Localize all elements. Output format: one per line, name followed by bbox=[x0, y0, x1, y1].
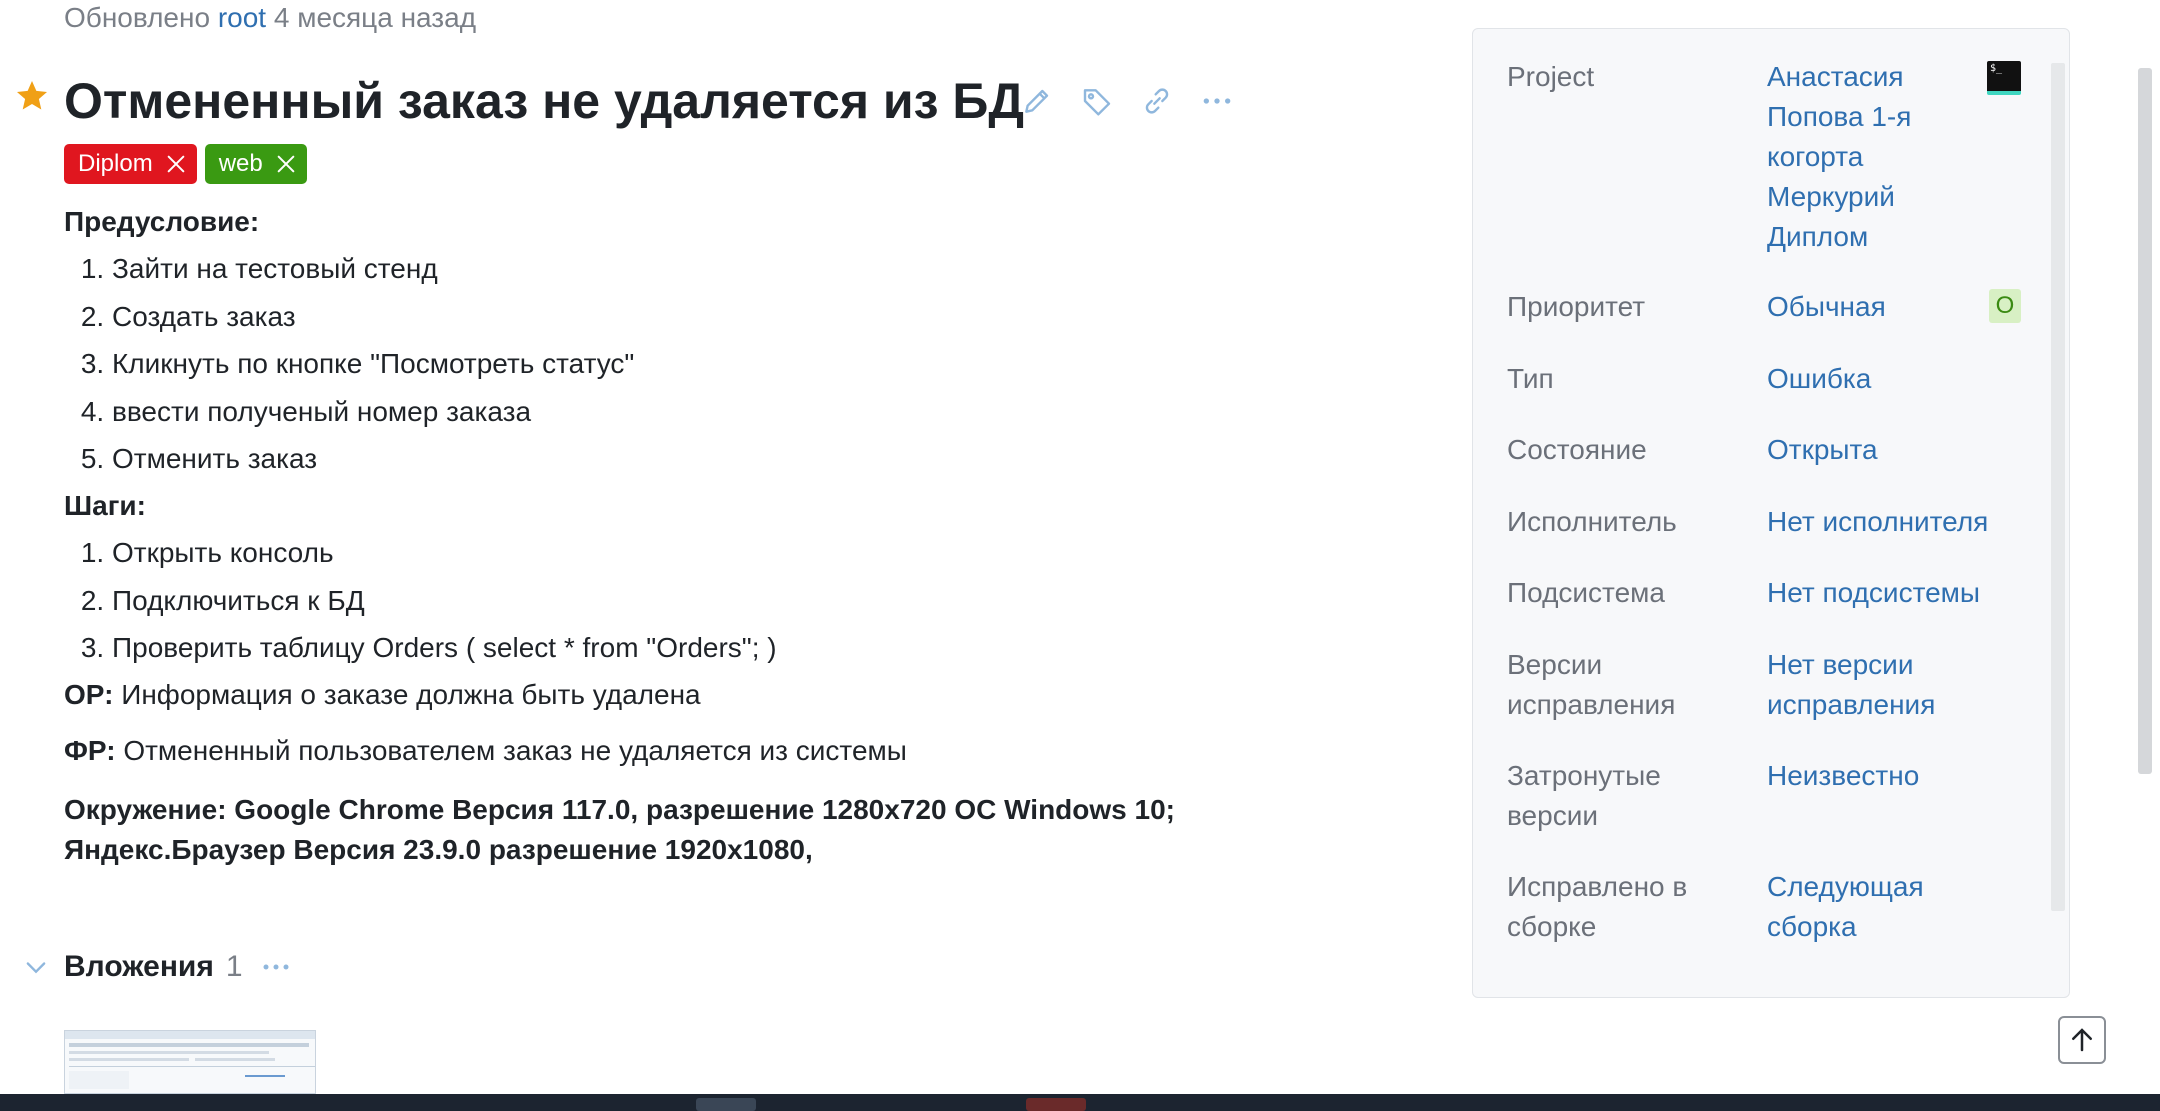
attachment-thumbnail[interactable] bbox=[64, 1030, 316, 1094]
field-label: Состояние bbox=[1507, 434, 1647, 465]
issue-fields-panel: Project Анастасия Попова 1-я когорта Мер… bbox=[1472, 28, 2070, 998]
field-value[interactable]: Открыта bbox=[1767, 430, 1967, 470]
title-actions bbox=[1018, 82, 1236, 120]
expected-text: Информация о заказе должна быть удалена bbox=[121, 679, 701, 710]
arrow-up-icon bbox=[2072, 1028, 2092, 1052]
updated-user-link[interactable]: root bbox=[218, 2, 266, 33]
field-value[interactable]: Нет подсистемы bbox=[1767, 573, 2047, 613]
field-value[interactable]: Ошибка bbox=[1767, 359, 1967, 399]
environment-line: Яндекс.Браузер Версия 23.9.0 разрешение … bbox=[64, 834, 813, 865]
field-value[interactable]: Неизвестно bbox=[1767, 756, 1967, 796]
os-taskbar bbox=[0, 1094, 2160, 1111]
field-label: Исправлено в сборке bbox=[1507, 871, 1688, 942]
expected-label: ОР: bbox=[64, 679, 114, 710]
panel-scrollbar[interactable] bbox=[2051, 63, 2065, 911]
field-label: Подсистема bbox=[1507, 577, 1665, 608]
issue-description: Предусловие: Зайти на тестовый стенд Соз… bbox=[64, 205, 1404, 870]
list-item: Кликнуть по кнопке "Посмотреть статус" bbox=[112, 347, 1404, 381]
field-value[interactable]: Обычная bbox=[1767, 287, 1967, 327]
actual-text: Отмененный пользователем заказ не удаляе… bbox=[123, 735, 907, 766]
environment-line: Окружение: Google Chrome Версия 117.0, р… bbox=[64, 794, 1175, 825]
priority-badge: О bbox=[1989, 289, 2021, 323]
actual-result: ФР: Отмененный пользователем заказ не уд… bbox=[64, 734, 1404, 768]
steps-heading: Шаги: bbox=[64, 490, 146, 521]
scroll-to-top-button[interactable] bbox=[2058, 1016, 2106, 1064]
actual-label: ФР: bbox=[64, 735, 116, 766]
list-item: ввести полученый номер заказа bbox=[112, 395, 1404, 429]
field-label: Project bbox=[1507, 61, 1595, 92]
field-value[interactable]: Следующая сборка bbox=[1767, 867, 1947, 947]
updated-prefix: Обновлено bbox=[64, 2, 211, 33]
expected-result: ОР: Информация о заказе должна быть удал… bbox=[64, 678, 1404, 712]
precondition-heading: Предусловие: bbox=[64, 206, 260, 237]
page-scrollbar[interactable] bbox=[2138, 68, 2152, 774]
field-label: Тип bbox=[1507, 363, 1554, 394]
updated-info: Обновлено root 4 месяца назад bbox=[64, 2, 476, 34]
precondition-list: Зайти на тестовый стенд Создать заказ Кл… bbox=[64, 252, 1404, 476]
field-value[interactable]: Нет исполнителя bbox=[1767, 502, 2047, 542]
list-item: Создать заказ bbox=[112, 300, 1404, 334]
link-icon bbox=[1145, 88, 1169, 114]
tag-web[interactable]: web bbox=[204, 144, 307, 184]
close-icon[interactable] bbox=[275, 153, 297, 175]
tag-list: Diplom web bbox=[64, 144, 307, 184]
tag-icon bbox=[1083, 89, 1111, 116]
star-icon[interactable] bbox=[14, 78, 50, 114]
environment: Окружение: Google Chrome Версия 117.0, р… bbox=[64, 790, 1404, 870]
pencil-icon bbox=[1025, 89, 1049, 113]
tag-button[interactable] bbox=[1078, 82, 1116, 120]
list-item: Подключиться к БД bbox=[112, 584, 1404, 618]
more-dots-icon[interactable] bbox=[261, 957, 291, 977]
updated-time: 4 месяца назад bbox=[273, 2, 477, 33]
more-dots-icon bbox=[1203, 98, 1231, 104]
list-item: Открыть консоль bbox=[112, 536, 1404, 570]
field-label: Версии исправления bbox=[1507, 649, 1676, 720]
field-label: Исполнитель bbox=[1507, 506, 1677, 537]
close-icon[interactable] bbox=[165, 153, 187, 175]
list-item: Зайти на тестовый стенд bbox=[112, 252, 1404, 286]
attachments-header: Вложения 1 bbox=[22, 950, 291, 984]
issue-title: Отмененный заказ не удаляется из БД bbox=[64, 73, 1024, 129]
field-label: Затронутые версии bbox=[1507, 760, 1661, 831]
taskbar-app[interactable] bbox=[1026, 1098, 1086, 1111]
tag-label: web bbox=[218, 150, 263, 177]
chevron-down-icon[interactable] bbox=[22, 953, 50, 981]
taskbar-app[interactable] bbox=[696, 1098, 756, 1111]
list-item: Отменить заказ bbox=[112, 442, 1404, 476]
project-icon: $_ bbox=[1987, 61, 2021, 95]
more-actions-button[interactable] bbox=[1198, 82, 1236, 120]
attachments-title: Вложения bbox=[64, 950, 214, 983]
field-value[interactable]: Нет версии исправления bbox=[1767, 645, 1967, 725]
project-icon-text: $_ bbox=[1990, 63, 2003, 74]
attachments-count: 1 bbox=[225, 950, 243, 983]
field-value[interactable]: Анастасия Попова 1-я когорта Меркурий Ди… bbox=[1767, 57, 1967, 257]
link-button[interactable] bbox=[1138, 82, 1176, 120]
screenshot-preview-image bbox=[65, 1031, 315, 1089]
steps-list: Открыть консоль Подключиться к БД Провер… bbox=[64, 536, 1404, 665]
field-label: Приоритет bbox=[1507, 291, 1646, 322]
edit-button[interactable] bbox=[1018, 82, 1056, 120]
list-item: Проверить таблицу Orders ( select * from… bbox=[112, 631, 1404, 665]
tag-label: Diplom bbox=[78, 150, 153, 177]
tag-diplom[interactable]: Diplom bbox=[64, 144, 197, 184]
